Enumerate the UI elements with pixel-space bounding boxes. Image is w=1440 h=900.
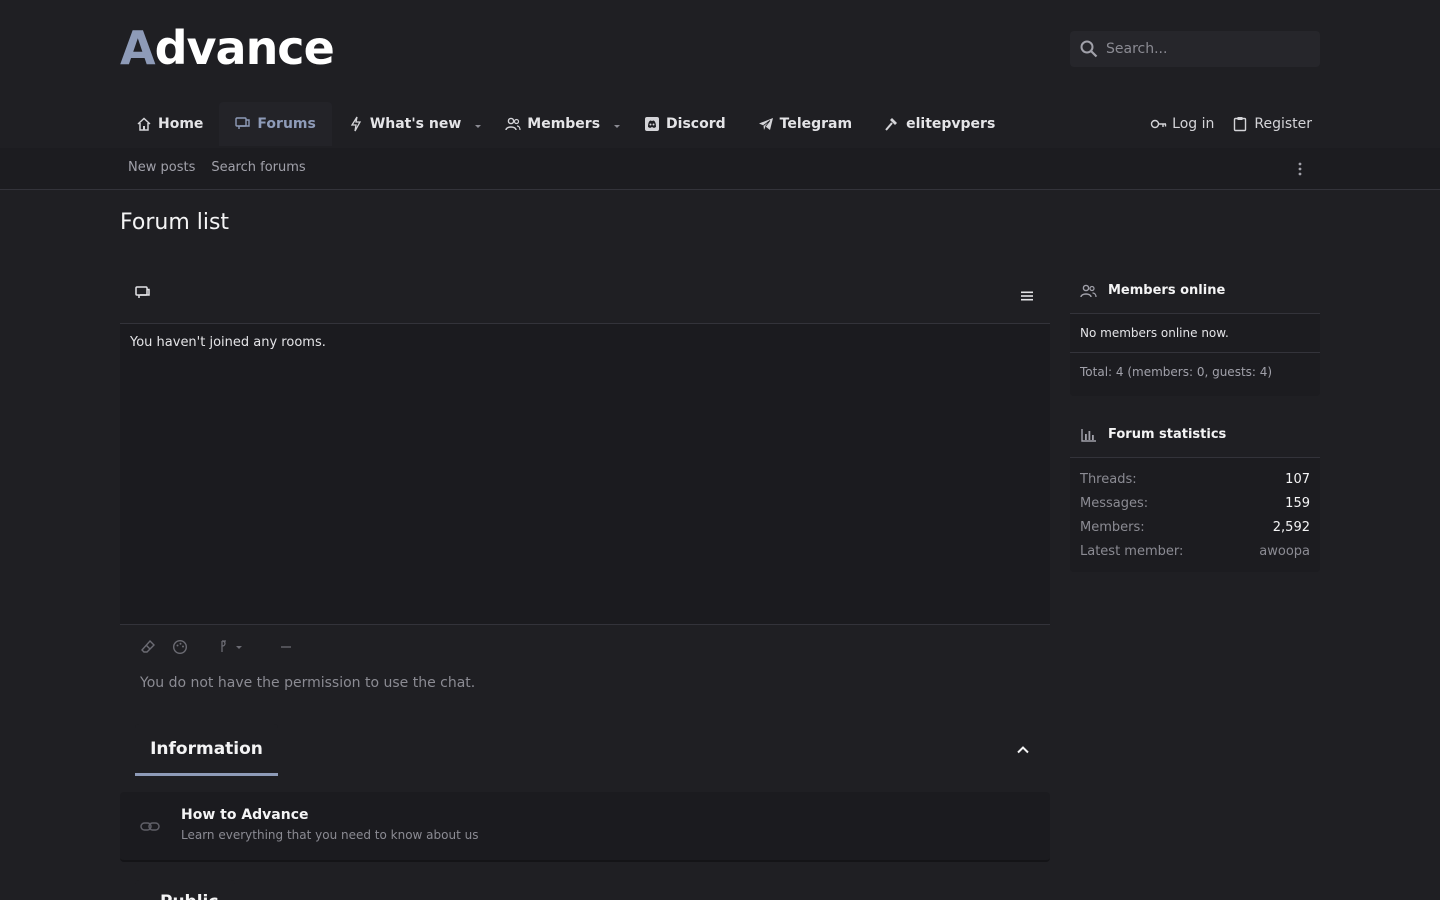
latest-member-link[interactable]: awoopa	[1259, 544, 1310, 559]
public-tab[interactable]: Public	[135, 880, 235, 900]
nav-home[interactable]: Home	[120, 102, 219, 146]
clipboard-icon	[1232, 116, 1248, 132]
members-online-total: Total: 4 (members: 0, guests: 4)	[1080, 365, 1273, 379]
chat-box: You haven't joined any rooms. You do not…	[120, 268, 1050, 704]
telegram-icon	[758, 116, 774, 132]
chat-empty-message: You haven't joined any rooms.	[130, 335, 326, 350]
information-tab[interactable]: Information	[135, 724, 278, 776]
stat-messages: Messages: 159	[1080, 495, 1310, 511]
forum-row[interactable]: How to Advance Learn everything that you…	[120, 792, 1050, 862]
search-box[interactable]	[1070, 31, 1320, 67]
new-posts-link[interactable]: New posts	[128, 160, 195, 175]
home-icon	[136, 116, 152, 132]
users-icon	[505, 116, 521, 132]
forum-description: Learn everything that you need to know a…	[181, 828, 479, 842]
nav-telegram[interactable]: Telegram	[742, 102, 868, 146]
account-nav: Log in Register	[1150, 102, 1312, 146]
chevron-down-icon[interactable]	[473, 119, 483, 129]
chevron-up-icon[interactable]	[1015, 742, 1031, 758]
site-logo[interactable]: Advance	[120, 22, 335, 74]
stat-threads: Threads: 107	[1080, 471, 1310, 487]
eraser-icon[interactable]	[140, 639, 156, 655]
chevron-down-icon[interactable]	[612, 119, 622, 129]
search-icon	[1080, 40, 1098, 58]
stat-members: Members: 2,592	[1080, 519, 1310, 535]
members-online-status: No members online now.	[1070, 314, 1320, 353]
forums-icon	[235, 116, 251, 132]
chat-header	[120, 268, 1050, 324]
forum-statistics-header: Forum statistics	[1070, 412, 1320, 458]
search-input[interactable]	[1106, 41, 1306, 57]
register-button[interactable]: Register	[1232, 102, 1312, 146]
members-online-header: Members online	[1070, 268, 1320, 314]
login-button[interactable]: Log in	[1150, 102, 1214, 146]
menu-icon[interactable]	[1020, 289, 1034, 303]
minus-icon[interactable]	[278, 639, 294, 655]
paragraph-icon[interactable]	[218, 639, 250, 655]
main-nav: Home Forums What's new Members Discord T…	[120, 102, 1011, 146]
search-forums-link[interactable]: Search forums	[211, 160, 305, 175]
site-header: Advance	[0, 0, 1440, 100]
stat-latest-member: Latest member: awoopa	[1080, 543, 1310, 559]
members-online-block: Members online No members online now. To…	[1070, 268, 1320, 396]
bar-chart-icon	[1080, 427, 1098, 443]
palette-icon[interactable]	[172, 639, 188, 655]
discord-icon	[644, 116, 660, 132]
nav-members[interactable]: Members	[489, 102, 628, 146]
nav-discord[interactable]: Discord	[628, 102, 742, 146]
chat-rooms-icon[interactable]	[134, 284, 152, 302]
forum-statistics-block: Forum statistics Threads: 107 Messages: …	[1070, 412, 1320, 572]
bolt-icon	[348, 116, 364, 132]
page-title: Forum list	[120, 210, 230, 235]
chat-footer: You do not have the permission to use th…	[120, 624, 1050, 704]
nav-forums[interactable]: Forums	[219, 102, 332, 146]
more-options-icon[interactable]	[1292, 161, 1308, 177]
nav-elitepvpers[interactable]: elitepvpers	[868, 102, 1011, 146]
nav-whats-new[interactable]: What's new	[332, 102, 489, 146]
chat-permission-message: You do not have the permission to use th…	[140, 675, 476, 691]
link-icon	[140, 818, 160, 836]
sub-nav: New posts Search forums	[0, 148, 1440, 190]
users-icon	[1080, 283, 1098, 299]
key-icon	[1150, 116, 1167, 132]
forum-title[interactable]: How to Advance	[181, 807, 309, 823]
hammer-icon	[884, 116, 900, 132]
